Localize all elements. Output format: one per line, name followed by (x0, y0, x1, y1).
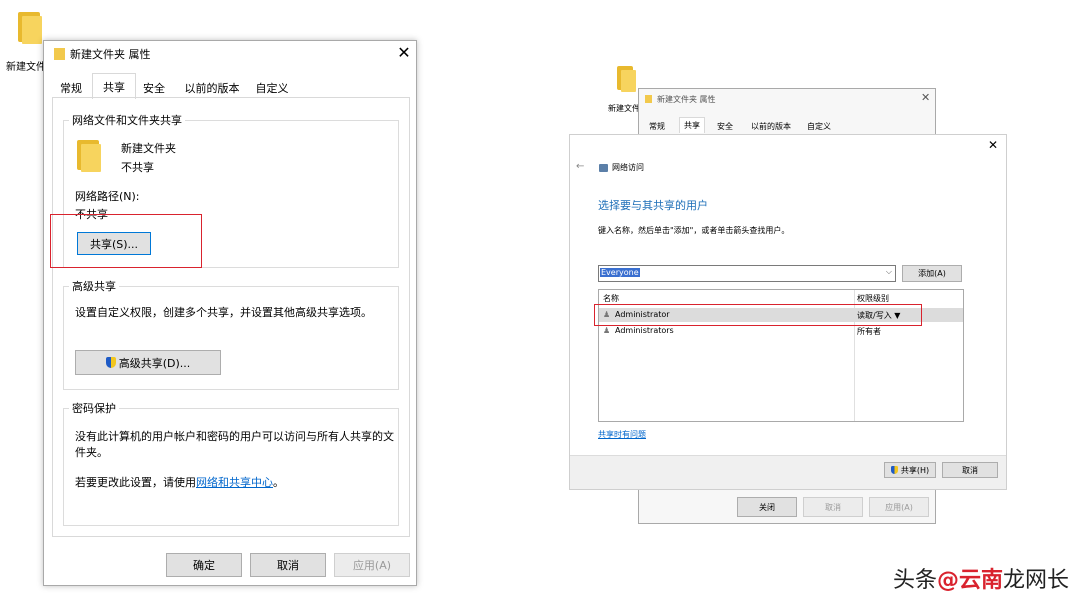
desktop-folder-label: 新建文件 (6, 62, 46, 73)
bg-cancel-button[interactable]: 取消 (803, 497, 863, 517)
bg-tab-general[interactable]: 常规 (649, 121, 665, 132)
column-name-header[interactable]: 名称 (603, 293, 619, 304)
watermark-part1: 头条 (893, 568, 938, 593)
group-icon: ♟ (603, 326, 611, 335)
footer-bar: 共享(H) 取消 (570, 455, 1006, 489)
bg-tab-customize[interactable]: 自定义 (807, 121, 831, 132)
row-level: 所有者 (857, 327, 881, 336)
share-h-button[interactable]: 共享(H) (884, 462, 936, 478)
bg-dialog-title: 新建文件夹 属性 (657, 95, 716, 104)
bg-tab-sharing[interactable]: 共享 (679, 117, 705, 133)
add-button[interactable]: 添加(A) (902, 265, 962, 282)
network-group-title: 网络文件和文件夹共享 (69, 112, 185, 128)
bg-tab-previous[interactable]: 以前的版本 (751, 121, 791, 132)
desktop-folder-label-right: 新建文件 (608, 104, 640, 113)
tab-panel: 网络文件和文件夹共享 新建文件夹 不共享 网络路径(N): 不共享 共享(S).… (52, 97, 410, 537)
network-cancel-button[interactable]: 取消 (942, 462, 998, 478)
folder-icon (77, 140, 103, 174)
uac-shield-icon (890, 466, 898, 474)
tab-previous-versions[interactable]: 以前的版本 (178, 77, 246, 98)
advanced-sharing-button[interactable]: 高级共享(D)... (75, 350, 221, 375)
tab-general[interactable]: 常规 (52, 77, 90, 98)
password-protection-group (63, 408, 399, 526)
folder-name: 新建文件夹 (121, 142, 176, 155)
password-group-title: 密码保护 (69, 400, 119, 416)
properties-dialog: 新建文件夹 属性 ✕ 常规 共享 安全 以前的版本 自定义 网络文件和文件夹共享… (43, 40, 417, 586)
network-center-link[interactable]: 网络和共享中心 (196, 476, 273, 489)
bg-close-icon[interactable]: ✕ (921, 91, 930, 104)
advanced-sharing-label: 高级共享(D)... (118, 356, 191, 370)
combo-value: Everyone (600, 268, 640, 277)
watermark-part3: 龙网长 (1003, 568, 1070, 593)
desktop-folder-icon-right[interactable] (617, 66, 637, 94)
tab-customize[interactable]: 自定义 (248, 77, 296, 98)
dialog-close-icon[interactable]: ✕ (988, 138, 998, 152)
change-suffix: 。 (273, 476, 284, 489)
watermark: 头条@云南龙网长 (893, 562, 1069, 594)
sharing-trouble-link[interactable]: 共享时有问题 (598, 429, 646, 440)
cancel-button[interactable]: 取消 (250, 553, 326, 577)
desktop-folder-icon[interactable] (18, 12, 44, 46)
apply-button[interactable]: 应用(A) (334, 553, 410, 577)
row-name: Administrators (615, 326, 674, 335)
password-text-line2: 件夹。 (75, 446, 108, 459)
tab-sharing[interactable]: 共享 (92, 73, 136, 99)
ok-button[interactable]: 确定 (166, 553, 242, 577)
tab-bar: 常规 共享 安全 以前的版本 自定义 (52, 73, 410, 99)
back-arrow-icon[interactable]: ← (576, 161, 584, 172)
select-users-heading: 选择要与其共享的用户 (598, 199, 708, 212)
password-change-text: 若要更改此设置，请使用网络和共享中心。 (75, 474, 284, 490)
advanced-description: 设置自定义权限，创建多个共享，并设置其他高级共享选项。 (75, 306, 372, 319)
change-prefix: 若要更改此设置，请使用 (75, 476, 196, 489)
bg-title-folder-icon (645, 95, 652, 103)
title-folder-icon (54, 48, 65, 60)
network-path-label: 网络路径(N): (75, 190, 140, 203)
bg-apply-button[interactable]: 应用(A) (869, 497, 929, 517)
permission-row-highlight (594, 304, 922, 326)
share-state: 不共享 (121, 161, 154, 174)
instruction-text: 键入名称，然后单击"添加"，或者单击箭头查找用户。 (598, 226, 790, 235)
bg-tab-security[interactable]: 安全 (717, 121, 733, 132)
column-level-header[interactable]: 权限级别 (857, 293, 889, 304)
advanced-group-title: 高级共享 (69, 278, 119, 294)
close-icon[interactable]: ✕ (394, 41, 414, 63)
tab-security[interactable]: 安全 (136, 77, 172, 98)
uac-shield-icon (105, 357, 116, 368)
table-row[interactable]: ♟ Administrators 所有者 (599, 324, 963, 338)
chevron-down-icon[interactable]: ⌵ (886, 267, 892, 277)
network-access-title: 网络访问 (612, 163, 644, 172)
share-button-highlight (50, 214, 202, 268)
network-icon (599, 164, 608, 172)
dialog-title: 新建文件夹 属性 (70, 48, 151, 61)
share-h-label: 共享(H) (900, 465, 930, 475)
user-combo[interactable]: Everyone ⌵ (598, 265, 896, 282)
password-text-line1: 没有此计算机的用户帐户和密码的用户可以访问与所有人共享的文 (75, 430, 394, 443)
bg-close-button[interactable]: 关闭 (737, 497, 797, 517)
watermark-part2: @云南 (937, 568, 1004, 593)
